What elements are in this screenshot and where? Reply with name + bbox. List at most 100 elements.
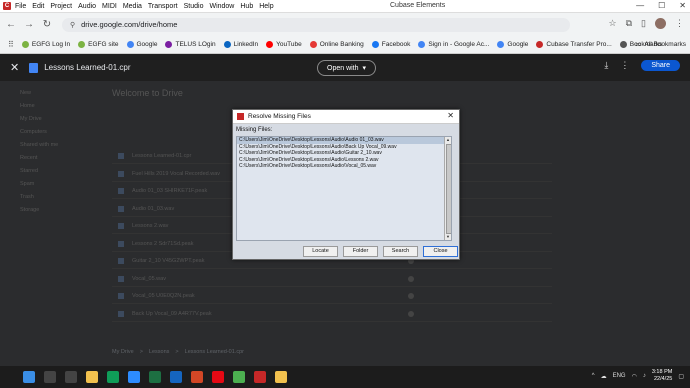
open-with-button[interactable]: Open with ▾ [317,60,377,76]
file-name: Lessons Learned-01.cpr [132,153,192,159]
forward-icon[interactable]: → [22,19,36,30]
windows-taskbar: ^ ☁ ENG ◠ ♪ 3:18 PM 22/4/25 ▢ [0,366,690,388]
file-name: Audio 01_03 SHIRKE71F.peak [132,188,208,194]
bookmark-item[interactable]: Sign in - Google Ac... [418,41,489,48]
missing-files-list[interactable]: C:\Users\Jim\OneDrive\Desktop\Lessons\Au… [236,136,452,241]
bookmark-item[interactable]: TELUS LOgin [165,41,216,48]
breadcrumb-item[interactable]: Lessons [149,349,170,355]
clock-date: 22/4/25 [653,376,673,382]
address-bar[interactable]: ⚲ drive.google.com/drive/home [62,17,570,32]
bookmark-item[interactable]: Google [126,41,157,48]
chrome-icon[interactable] [233,371,245,383]
drive-file-row[interactable]: Vocal_05.wav [112,273,552,287]
close-button[interactable]: Close [423,246,458,257]
star-icon[interactable]: ☆ [609,18,617,29]
powerpoint-icon[interactable] [191,371,203,383]
language-indicator[interactable]: ENG [613,373,626,379]
dialog-buttons: Locate Folder Search Close [303,246,458,257]
scroll-down-icon[interactable]: ▼ [445,234,451,240]
edge-icon[interactable] [107,371,119,383]
drive-file-row[interactable]: Vocal_05 U0E0Q2N.peak [112,290,552,304]
bookmark-item[interactable]: Google [497,41,528,48]
bookmark-item[interactable]: YouTube [266,41,302,48]
reload-icon[interactable]: ↻ [40,19,54,30]
drive-sidebar-item[interactable]: Home [20,103,35,109]
share-button[interactable]: Share [641,60,680,71]
maximize-icon[interactable]: ☐ [658,1,665,10]
bookmark-label: Google [507,41,529,48]
tray-chevron-icon[interactable]: ^ [592,373,595,379]
taskview-icon[interactable] [65,371,77,383]
bookmark-item[interactable]: EGFG Log In [21,41,70,48]
menu-project[interactable]: Project [50,3,72,10]
start-icon[interactable] [23,371,35,383]
excel-icon[interactable] [149,371,161,383]
sidepanel-icon[interactable]: ▯ [641,18,646,29]
explorer-icon[interactable] [86,371,98,383]
menu-audio[interactable]: Audio [78,3,96,10]
breadcrumb-item[interactable]: My Drive [112,349,134,355]
menu-file[interactable]: File [15,3,26,10]
drive-sidebar-item[interactable]: My Drive [20,116,42,122]
locate-button[interactable]: Locate [303,246,338,257]
missing-file-item[interactable]: C:\Users\Jim\OneDrive\Desktop\Lessons\Au… [237,163,451,170]
drive-sidebar-item[interactable]: New [20,90,31,96]
menu-edit[interactable]: Edit [32,3,44,10]
menu-icon[interactable]: ⋮ [675,18,684,29]
drive-sidebar-item[interactable]: Starred [20,168,38,174]
wifi-icon[interactable]: ◠ [632,373,637,380]
menu-hub[interactable]: Hub [240,3,253,10]
drive-sidebar-item[interactable]: Computers [20,129,47,135]
menu-window[interactable]: Window [209,3,234,10]
mail-icon[interactable] [170,371,182,383]
menu-media[interactable]: Media [123,3,142,10]
drive-sidebar-item[interactable]: Spam [20,181,34,187]
extension-icon[interactable]: ⧉ [626,18,632,29]
search-icon[interactable] [44,371,56,383]
minimize-icon[interactable]: — [636,1,644,10]
close-viewer-icon[interactable]: ✕ [10,61,19,74]
search-button[interactable]: Search [383,246,418,257]
dialog-close-icon[interactable]: ✕ [447,111,454,120]
bookmark-item[interactable]: Online Banking [309,41,364,48]
list-scrollbar[interactable]: ▲ ▼ [444,137,451,240]
owner-avatar [408,275,414,282]
file-type-icon [118,223,124,229]
bookmark-item[interactable]: Facebook [371,41,410,48]
drive-file-row[interactable]: Back Up Vocal_09 A4R77V.peak [112,308,552,322]
back-icon[interactable]: ← [4,19,18,30]
drive-sidebar-item[interactable]: Storage [20,207,39,213]
cubase-icon[interactable] [254,371,266,383]
breadcrumb-item[interactable]: Lessons Learned-01.cpr [185,349,244,355]
bookmark-favicon-icon [126,41,134,48]
profile-avatar[interactable] [655,18,666,29]
close-icon[interactable]: ✕ [679,1,686,10]
drive-sidebar-item[interactable]: Recent [20,155,37,161]
menu-help[interactable]: Help [259,3,273,10]
bookmark-item[interactable]: LinkedIn [223,41,258,48]
scroll-thumb[interactable] [446,144,451,234]
bookmark-item[interactable]: Cubase Transfer Pro... [536,41,612,48]
file-name: Lessons 2 Sdr71Sd.peak [132,240,194,247]
menu-transport[interactable]: Transport [148,3,178,10]
folder-icon[interactable] [275,371,287,383]
cloud-icon[interactable]: ☁ [601,373,607,380]
drive-sidebar-item[interactable]: Trash [20,194,34,200]
more-icon[interactable]: ⋮ [620,60,629,71]
scroll-up-icon[interactable]: ▲ [445,137,451,143]
clock[interactable]: 3:18 PM 22/4/25 [652,369,672,383]
file-name: Guitar 2_10 V45G2WPT.peak [132,258,205,264]
site-info-icon[interactable]: ⚲ [70,21,75,29]
bookmark-item[interactable]: EGFG site [78,41,119,48]
file-type-icon [118,153,124,159]
netflix-icon[interactable] [212,371,224,383]
zoom-icon[interactable] [128,371,140,383]
menu-midi[interactable]: MIDI [102,3,117,10]
all-bookmarks[interactable]: ▭ All Bookmarks [635,40,686,49]
drive-sidebar-item[interactable]: Shared with me [20,142,58,148]
download-icon[interactable]: ⤓ [604,60,608,71]
menu-studio[interactable]: Studio [184,3,204,10]
volume-icon[interactable]: ♪ [643,373,646,379]
folder-button[interactable]: Folder [343,246,378,257]
notification-icon[interactable]: ▢ [678,373,684,380]
